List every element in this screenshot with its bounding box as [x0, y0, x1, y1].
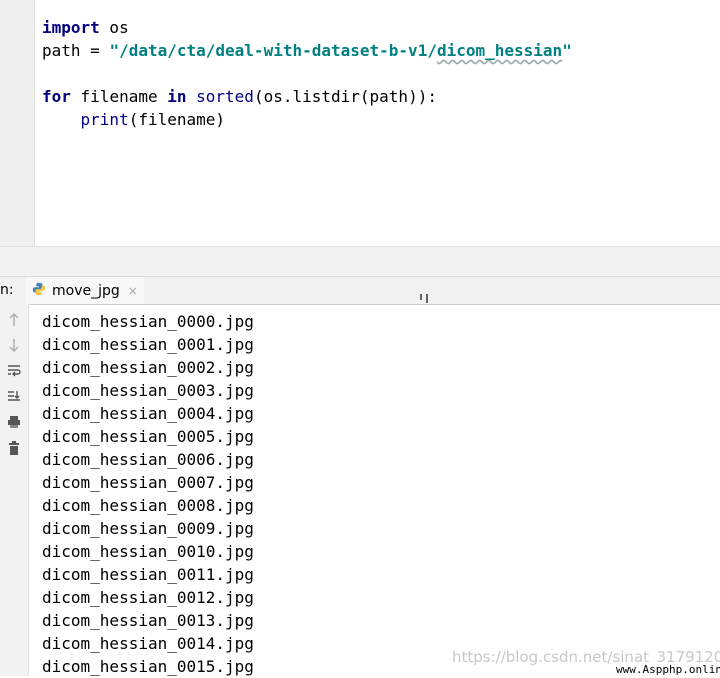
console-line: dicom_hessian_0010.jpg	[42, 542, 254, 561]
soft-wrap-icon[interactable]	[6, 362, 22, 378]
console-line: dicom_hessian_0005.jpg	[42, 427, 254, 446]
keyword-import: import	[42, 18, 100, 37]
console-line: dicom_hessian_0013.jpg	[42, 611, 254, 630]
listdir-call: (os.listdir(path)):	[253, 87, 437, 106]
path-string: "/data/cta/deal-with-dataset-b-v1/dicom_…	[109, 41, 571, 60]
code-line-2: path = "/data/cta/deal-with-dataset-b-v1…	[42, 39, 572, 62]
run-toolbar	[0, 304, 29, 676]
loop-var: filename	[70, 87, 168, 106]
close-tab-icon[interactable]: ×	[128, 284, 138, 298]
console-line: dicom_hessian_0004.jpg	[42, 404, 254, 423]
console-line: dicom_hessian_0014.jpg	[42, 634, 254, 653]
console-line: dicom_hessian_0001.jpg	[42, 335, 254, 354]
module-os: os	[99, 18, 129, 37]
path-string-part: "/data/cta/deal-with-dataset-b-v1/	[109, 41, 437, 60]
keyword-in: in	[167, 87, 187, 106]
run-tab-move-jpg[interactable]: move_jpg ×	[26, 277, 144, 304]
code-line-4: for filename in sorted(os.listdir(path))…	[42, 85, 572, 108]
path-string-end: "	[562, 41, 572, 60]
panel-splitter[interactable]	[0, 246, 720, 277]
console-line: dicom_hessian_0002.jpg	[42, 358, 254, 377]
site-watermark: www.Aspphp.online	[614, 663, 720, 676]
python-file-icon	[32, 282, 46, 300]
console-line: dicom_hessian_0007.jpg	[42, 473, 254, 492]
arrow-down-icon[interactable]	[6, 337, 22, 353]
print-icon[interactable]	[6, 414, 22, 430]
console-line: dicom_hessian_0006.jpg	[42, 450, 254, 469]
scroll-to-end-icon[interactable]	[6, 388, 22, 404]
code-editor[interactable]: import os path = "/data/cta/deal-with-dat…	[0, 0, 720, 246]
console-line: dicom_hessian_0012.jpg	[42, 588, 254, 607]
editor-gutter	[0, 0, 35, 246]
console-line: dicom_hessian_0011.jpg	[42, 565, 254, 584]
clipped-output-fragment	[405, 291, 435, 303]
console-line: dicom_hessian_0009.jpg	[42, 519, 254, 538]
print-args: (filename)	[128, 110, 226, 129]
keyword-for: for	[42, 87, 71, 106]
path-assignment: path =	[42, 41, 110, 60]
code-text[interactable]: import os path = "/data/cta/deal-with-dat…	[42, 16, 572, 131]
run-label: n:	[0, 282, 14, 298]
console-line: dicom_hessian_0000.jpg	[42, 312, 254, 331]
console-output[interactable]: dicom_hessian_0000.jpg dicom_hessian_000…	[42, 310, 254, 678]
run-tab-label: move_jpg	[52, 282, 120, 299]
path-string-typo: dicom_hessian	[436, 41, 563, 60]
console-line: dicom_hessian_0003.jpg	[42, 381, 254, 400]
builtin-print: print	[80, 110, 129, 129]
arrow-up-icon[interactable]	[6, 312, 22, 328]
code-line-1: import os	[42, 16, 572, 39]
code-line-5: print(filename)	[42, 108, 572, 131]
console-line: dicom_hessian_0015.jpg	[42, 657, 254, 676]
run-tool-window-header: n: move_jpg ×	[0, 276, 720, 305]
console-line: dicom_hessian_0008.jpg	[42, 496, 254, 515]
builtin-sorted: sorted	[196, 87, 254, 106]
trash-icon[interactable]	[6, 440, 22, 456]
